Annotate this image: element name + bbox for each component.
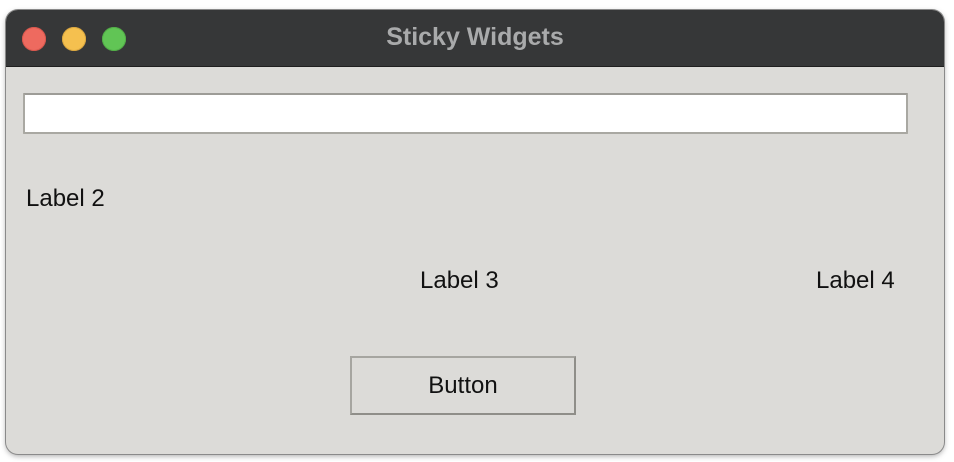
title-bar[interactable]: Sticky Widgets	[6, 10, 944, 67]
action-button[interactable]: Button	[350, 356, 576, 415]
text-entry[interactable]	[23, 93, 908, 134]
label-3: Label 3	[420, 267, 499, 294]
app-window: Sticky Widgets Label 2 Label 3 Label 4 B…	[6, 10, 944, 454]
label-4: Label 4	[816, 267, 895, 294]
window-title: Sticky Widgets	[386, 23, 564, 51]
label-2: Label 2	[26, 185, 105, 212]
